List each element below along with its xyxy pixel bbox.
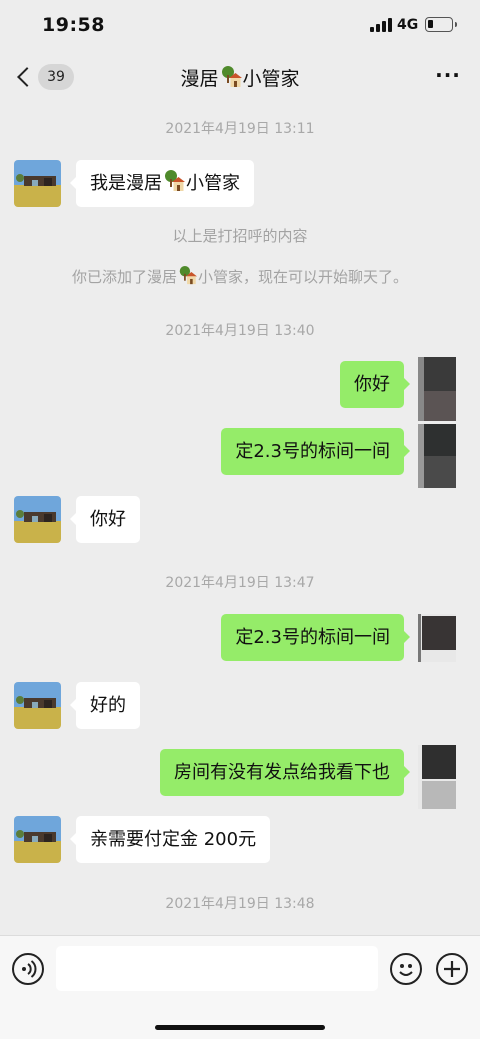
house-with-tree-icon <box>221 66 242 87</box>
house-with-tree-icon <box>165 170 185 191</box>
more-dots-icon: ··· <box>435 63 461 87</box>
signal-icon <box>370 18 392 32</box>
message-text: 亲需要付定金 200元 <box>90 829 257 850</box>
message-text: 房间有没有发点给我看下也 <box>174 762 390 783</box>
message-text: 定2.3号的标间一间 <box>235 627 390 648</box>
message-text: 你好 <box>90 509 126 530</box>
contact-avatar[interactable] <box>14 160 61 207</box>
plus-icon <box>444 961 460 977</box>
message-bubble-outgoing[interactable]: 房间有没有发点给我看下也 <box>160 749 410 796</box>
timestamp: 2021年4月19日 13:40 <box>165 323 315 339</box>
more-functions-button[interactable] <box>436 953 468 985</box>
house-with-tree-icon <box>179 266 197 285</box>
home-indicator[interactable] <box>155 1025 325 1030</box>
message-bubble-incoming[interactable]: 亲需要付定金 200元 <box>69 816 271 863</box>
contact-avatar[interactable] <box>14 816 61 863</box>
system-message: 以上是打招呼的内容 <box>172 227 308 245</box>
my-avatar[interactable] <box>418 614 456 662</box>
system-text-part1: 你已添加了漫居 <box>71 268 177 286</box>
unread-count-badge: 39 <box>38 64 74 90</box>
chevron-left-icon <box>17 67 37 87</box>
message-text: 定2.3号的标间一间 <box>235 441 390 462</box>
status-bar: 19:58 4G <box>0 0 480 52</box>
message-text-part1: 我是漫居 <box>90 173 162 194</box>
voice-button[interactable] <box>12 953 44 985</box>
my-avatar[interactable] <box>418 424 456 488</box>
chat-title: 漫居 小管家 <box>100 64 380 91</box>
my-avatar[interactable] <box>418 357 456 421</box>
emoji-icon <box>399 964 413 976</box>
message-text-part2: 小管家 <box>186 173 240 194</box>
timestamp: 2021年4月19日 13:48 <box>165 896 315 912</box>
network-type: 4G <box>397 17 419 33</box>
timestamp: 2021年4月19日 13:47 <box>165 575 315 591</box>
system-message-added: 你已添加了漫居 小管家，现在可以开始聊天了。 <box>0 266 480 287</box>
timestamp: 2021年4月19日 13:11 <box>165 121 315 137</box>
more-button[interactable]: ··· <box>432 63 464 90</box>
message-input[interactable] <box>56 946 378 991</box>
emoji-button[interactable] <box>390 953 422 985</box>
my-avatar[interactable] <box>418 745 456 809</box>
voice-icon <box>22 960 37 978</box>
back-button[interactable]: 39 <box>14 62 78 94</box>
system-text-part2: 小管家，现在可以开始聊天了。 <box>198 268 409 286</box>
contact-avatar[interactable] <box>14 682 61 729</box>
message-text: 好的 <box>90 695 126 716</box>
chat-title-part2: 小管家 <box>242 68 300 90</box>
message-bubble-outgoing[interactable]: 定2.3号的标间一间 <box>221 428 410 475</box>
message-bubble-outgoing[interactable]: 定2.3号的标间一间 <box>221 614 410 661</box>
chat-header: 39 漫居 小管家 ··· <box>0 52 480 104</box>
status-time: 19:58 <box>42 14 105 36</box>
message-bubble-outgoing[interactable]: 你好 <box>340 361 410 408</box>
chat-input-bar <box>0 935 480 1039</box>
chat-title-part1: 漫居 <box>180 68 219 90</box>
message-text: 你好 <box>354 374 390 395</box>
message-bubble-incoming[interactable]: 好的 <box>70 682 140 729</box>
contact-avatar[interactable] <box>14 496 61 543</box>
message-bubble-incoming[interactable]: 你好 <box>70 496 140 543</box>
battery-icon <box>425 17 457 32</box>
message-bubble-incoming[interactable]: 我是漫居 小管家 <box>70 160 254 207</box>
